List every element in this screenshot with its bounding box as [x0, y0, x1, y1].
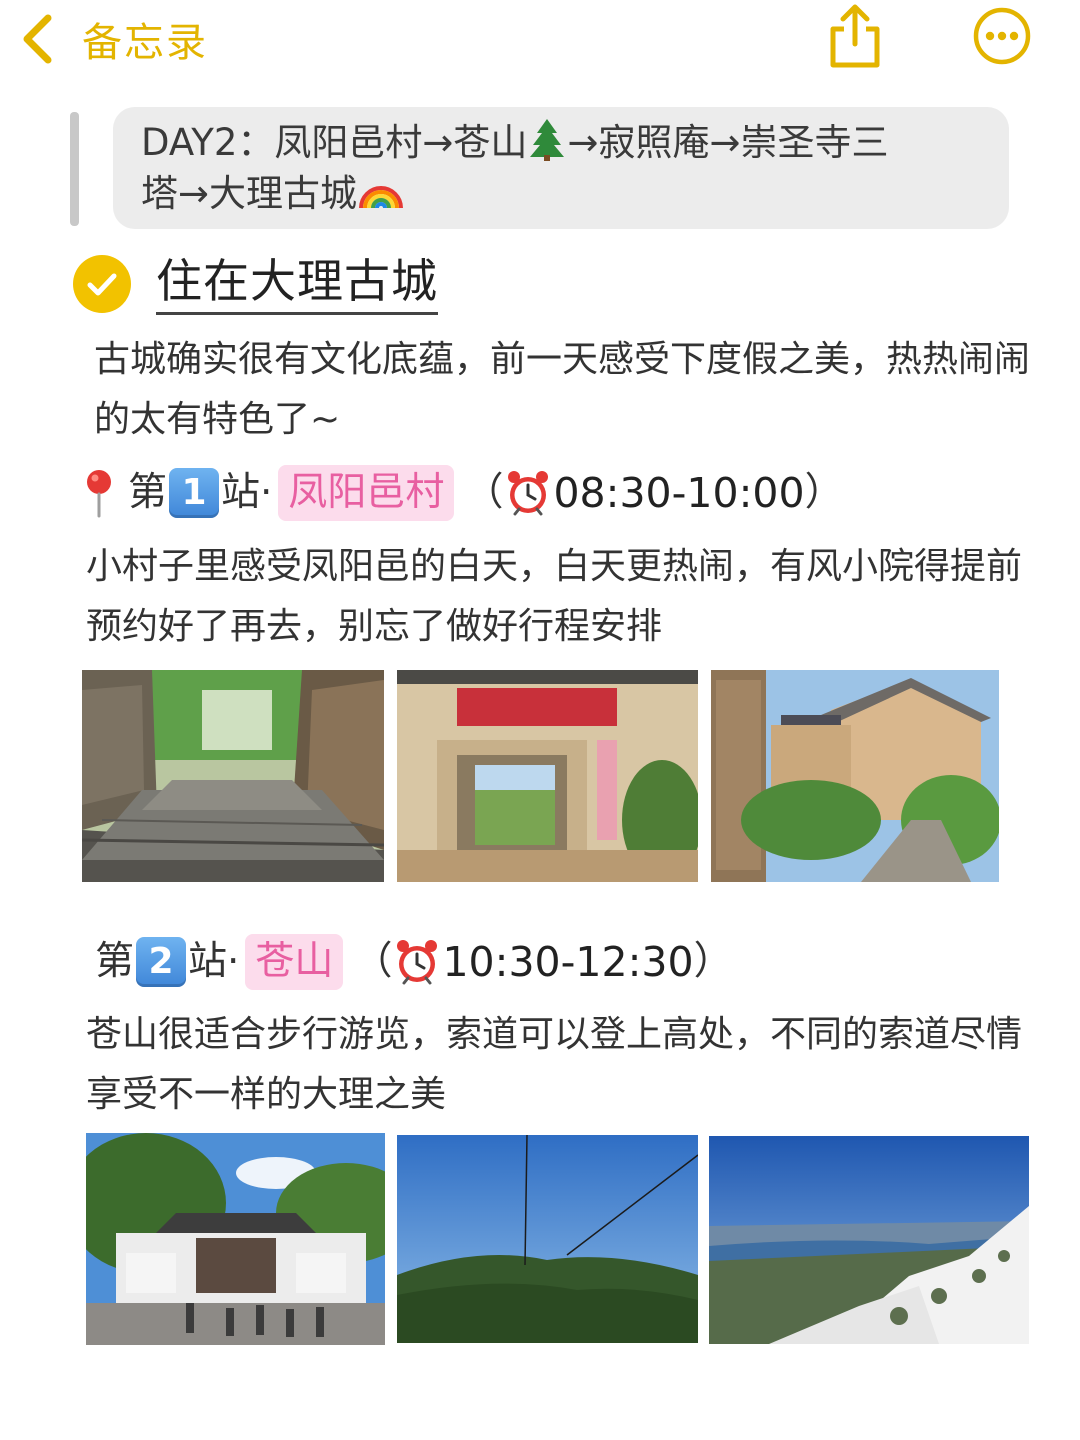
- back-button[interactable]: 备忘录: [18, 8, 208, 70]
- intro-text: 古城确实很有文化底蕴，前一天感受下度假之美，热热闹闹的太有特色了~: [94, 339, 1031, 440]
- station-1-close-paren: ）: [804, 470, 844, 515]
- station-1-suffix: 站·: [221, 470, 273, 515]
- station-2-open-paren: （: [353, 939, 393, 984]
- section-heading: 住在大理古城: [156, 250, 438, 315]
- share-icon[interactable]: [824, 2, 886, 70]
- station-1-open-paren: （: [464, 470, 504, 515]
- station-2-suffix: 站·: [188, 939, 240, 984]
- quote-bar: [70, 112, 79, 226]
- tree-icon: [530, 119, 565, 161]
- back-label: 备忘录: [82, 20, 208, 66]
- alarm-clock-icon: [508, 471, 549, 516]
- station-1-description: 小村子里感受凤阳邑的白天，白天更热闹，有风小院得提前预约好了再去，别忘了做好行程…: [86, 546, 1023, 647]
- station-2-time-text: 10:30-12:30: [442, 938, 694, 986]
- station-1-header: 第 1 站· 凤阳邑村 （ 08:30-10:00 ）: [82, 463, 844, 523]
- photo-snowy-mountain[interactable]: [709, 1136, 1029, 1344]
- station-2-header: 第 2 站· 苍山 （ 10:30-12:30 ）: [95, 932, 733, 992]
- quote-text-1: DAY2：凤阳邑村→苍山: [141, 121, 528, 164]
- station-1-number-badge: 1: [169, 468, 220, 518]
- check-circle-icon[interactable]: [72, 254, 132, 314]
- quote-text-2: →寂照庵→崇圣寺三: [567, 121, 889, 164]
- station-2-place-tag: 苍山: [245, 934, 344, 990]
- quote-text-3: 塔→大理古城: [141, 172, 358, 215]
- station-1-prefix: 第: [128, 470, 168, 515]
- top-navigation-bar: 备忘录: [0, 0, 1080, 80]
- chevron-left-icon: [23, 14, 52, 64]
- more-icon[interactable]: [972, 6, 1032, 66]
- photo-cangshan-gate[interactable]: [86, 1133, 385, 1345]
- station-1-place-tag: 凤阳邑村: [278, 465, 455, 521]
- station-2-number-badge: 2: [136, 937, 187, 987]
- rainbow-icon: [359, 186, 404, 209]
- station-1-time: （ 08:30-10:00 ）: [464, 463, 843, 523]
- station-2-description: 苍山很适合步行游览，索道可以登上高处，不同的索道尽情享受不一样的大理之美: [86, 1014, 1023, 1115]
- photo-village-gate[interactable]: [397, 670, 698, 882]
- pin-icon: [87, 470, 111, 518]
- photo-village-house[interactable]: [711, 670, 999, 882]
- photo-cableway-sky[interactable]: [397, 1135, 698, 1343]
- alarm-clock-icon: [397, 940, 438, 985]
- station-2-time: （ 10:30-12:30 ）: [353, 932, 732, 992]
- itinerary-quote: DAY2：凤阳邑村→苍山 →寂照庵→崇圣寺三 塔→大理古城: [113, 107, 1009, 229]
- photo-stone-path[interactable]: [82, 670, 384, 882]
- station-1-time-text: 08:30-10:00: [553, 469, 805, 517]
- station-2-close-paren: ）: [693, 939, 733, 984]
- station-2-prefix: 第: [95, 939, 135, 984]
